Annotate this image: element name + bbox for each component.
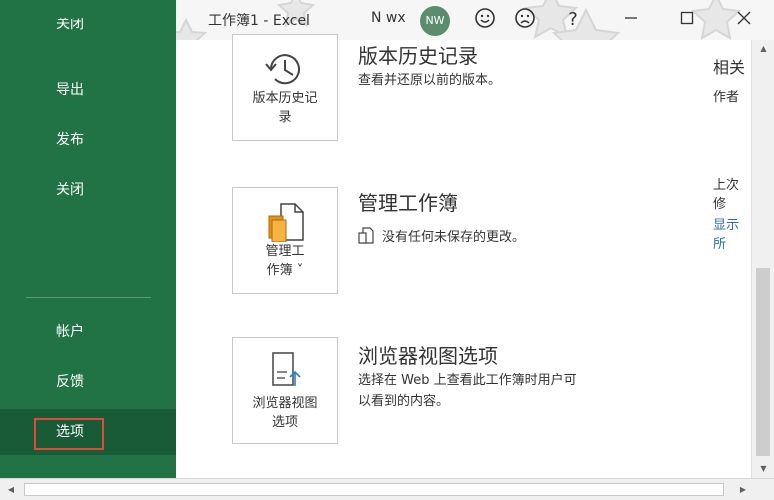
sidebar-divider: [26, 297, 151, 298]
version-history-title: 版本历史记录: [358, 44, 478, 68]
sidebar-item-publish[interactable]: 发布: [0, 117, 176, 163]
manage-workbook-card[interactable]: 管理工 作簿 ˅: [232, 187, 338, 294]
manage-workbook-icon: [268, 203, 304, 242]
horizontal-scrollbar[interactable]: ◀ ▶: [0, 478, 774, 500]
manage-workbook-card-label-1: 管理工: [265, 244, 305, 259]
document-icon: [358, 227, 374, 244]
manage-workbook-title: 管理工作簿: [358, 191, 458, 215]
scroll-right-icon[interactable]: ▶: [734, 479, 752, 500]
manage-workbook-desc: 没有任何未保存的更改。: [382, 230, 526, 245]
show-all-link[interactable]: 显示所: [713, 214, 751, 252]
help-icon[interactable]: ?: [560, 7, 586, 33]
user-name[interactable]: N wx: [371, 10, 406, 26]
sidebar-item-account[interactable]: 帐户: [0, 309, 176, 355]
scroll-up-icon[interactable]: ▲: [752, 40, 774, 58]
history-clock-icon: [265, 54, 300, 85]
sidebar-item-close-partial[interactable]: 关闭: [0, 18, 176, 58]
minimize-icon[interactable]: [618, 7, 644, 33]
version-history-card-label-1: 版本历史记: [252, 91, 318, 106]
avatar[interactable]: NW: [420, 6, 450, 36]
browser-view-options-title: 浏览器视图选项: [358, 344, 498, 368]
sidebar-item-export[interactable]: 导出: [0, 67, 176, 113]
frown-icon[interactable]: [512, 7, 538, 33]
related-heading: 相关: [713, 58, 746, 77]
browser-view-card-label-1: 浏览器视图: [252, 396, 318, 411]
browser-view-options-desc-1: 选择在 Web 上查看此工作簿时用户可: [358, 373, 577, 388]
horizontal-scroll-thumb[interactable]: [24, 483, 724, 496]
highlight-box: [34, 418, 104, 450]
scroll-down-icon[interactable]: ▼: [752, 460, 774, 478]
sidebar-item-feedback[interactable]: 反馈: [0, 359, 176, 405]
browser-view-options-desc-2: 以看到的内容。: [358, 394, 450, 409]
close-icon[interactable]: [731, 7, 757, 33]
manage-workbook-card-label-2: 作簿 ˅: [266, 263, 304, 278]
author-label: 作者: [713, 90, 740, 105]
maximize-icon[interactable]: [674, 7, 700, 33]
browser-view-options-card[interactable]: 浏览器视图 选项: [232, 337, 338, 444]
last-modified-label: 上次修: [713, 178, 740, 212]
scroll-left-icon[interactable]: ◀: [2, 479, 20, 500]
vertical-scrollbar[interactable]: ▲ ▼: [751, 40, 774, 478]
version-history-desc: 查看并还原以前的版本。: [358, 73, 502, 88]
sidebar-item-close[interactable]: 关闭: [0, 167, 176, 213]
version-history-card[interactable]: 版本历史记 录: [232, 34, 338, 141]
version-history-card-label-2: 录: [278, 110, 292, 125]
vertical-scroll-thumb[interactable]: [756, 268, 770, 456]
smile-icon[interactable]: [472, 7, 498, 33]
backstage-sidebar: 关闭 导出 发布 关闭 帐户 反馈 选项: [0, 0, 176, 478]
backstage-content: 版本历史记 录 版本历史记录 查看并还原以前的版本。 管理工 作簿 ˅ 管理工作…: [176, 34, 751, 478]
browser-view-card-label-2: 选项: [271, 415, 298, 430]
window-title: 工作簿1 - Excel: [208, 13, 310, 29]
browser-view-icon: [272, 352, 301, 386]
